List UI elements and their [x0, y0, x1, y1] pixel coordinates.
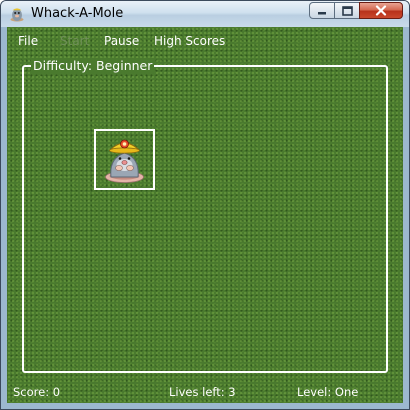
menu-pause[interactable]: Pause [104, 34, 139, 48]
maximize-icon [341, 5, 353, 16]
status-bar: Score: 0 Lives left: 3 Level: One [7, 385, 403, 401]
minimize-button[interactable] [309, 2, 335, 19]
mole-hole[interactable] [94, 129, 155, 190]
window-controls [309, 2, 403, 20]
menu-file[interactable]: File [18, 34, 38, 48]
menu-start[interactable]: Start [60, 34, 89, 48]
menu-high-scores[interactable]: High Scores [154, 34, 225, 48]
close-icon [375, 5, 387, 16]
game-area: File Start Pause High Scores Difficulty:… [7, 27, 403, 403]
close-button[interactable] [359, 2, 403, 19]
level-display: Level: One [297, 385, 359, 399]
mole-app-icon[interactable] [9, 6, 25, 22]
mole-icon[interactable] [98, 133, 151, 186]
difficulty-label: Difficulty: Beginner [31, 58, 155, 74]
menu-bar: File Start Pause High Scores [7, 31, 403, 51]
game-board: Difficulty: Beginner [22, 58, 388, 373]
lives-display: Lives left: 3 [169, 385, 236, 399]
minimize-icon [318, 11, 326, 14]
title-bar[interactable]: Whack-A-Mole [1, 1, 409, 27]
window-title: Whack-A-Mole [31, 6, 124, 21]
maximize-button[interactable] [334, 2, 360, 19]
app-window: Whack-A-Mole File Start Pause High Score… [0, 0, 410, 410]
score-display: Score: 0 [13, 385, 61, 399]
